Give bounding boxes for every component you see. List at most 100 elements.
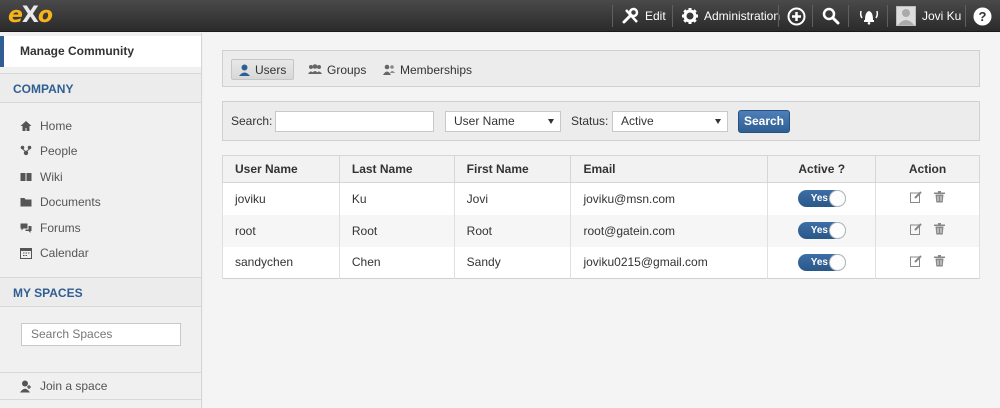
exo-logo[interactable]: eXo [8, 3, 53, 28]
search-field-select[interactable]: User Name [445, 111, 561, 132]
sidebar-item-label: Documents [40, 195, 101, 209]
toggle-knob [828, 222, 846, 239]
cell-username: sandychen [222, 246, 340, 279]
column-header-username[interactable]: User Name [222, 155, 340, 183]
search-input[interactable] [275, 111, 434, 132]
toggle-knob [828, 190, 846, 208]
cell-first-name: Jovi [453, 182, 572, 215]
sidebar-item-calendar[interactable]: Calendar [20, 243, 89, 263]
logo-letter-x: X [21, 3, 39, 28]
status-select[interactable]: Active [612, 111, 728, 132]
status-label: Status: [571, 114, 609, 128]
sidebar-item-label: Forums [40, 221, 81, 235]
active-toggle[interactable]: Yes [797, 222, 846, 239]
column-header-active: Active ? [767, 155, 877, 183]
active-toggle[interactable]: Yes [797, 190, 846, 208]
membership-icon [383, 64, 395, 75]
search-field-value: User Name [454, 114, 515, 128]
toolbar-divider [887, 5, 888, 27]
trash-icon[interactable] [934, 191, 946, 206]
cell-email: root@gatein.com [570, 214, 769, 247]
sidebar-item-label: Calendar [40, 246, 89, 260]
toggle-knob [828, 253, 846, 271]
search-button[interactable] [822, 0, 840, 32]
logo-letter-o: o [37, 3, 53, 28]
active-toggle[interactable]: Yes [797, 253, 846, 271]
trash-icon[interactable] [934, 223, 946, 238]
toolbar-divider [965, 5, 966, 27]
edit-icon[interactable] [910, 255, 922, 270]
manage-community-link[interactable]: Manage Community [0, 36, 201, 67]
toolbar-divider [612, 5, 613, 27]
my-spaces-section-title: MY SPACES [0, 277, 201, 307]
table-row: root Root Root root@gatein.com Yes [222, 214, 980, 247]
sidebar-item-forums[interactable]: Forums [20, 218, 81, 238]
trash-icon[interactable] [934, 254, 946, 270]
status-value: Active [621, 114, 654, 128]
cell-last-name: Chen [338, 246, 455, 279]
column-header-email[interactable]: Email [570, 155, 769, 183]
search-submit-button[interactable]: Search [738, 110, 790, 133]
table-row: sandychen Chen Sandy joviku0215@gmail.co… [222, 246, 980, 279]
search-icon [822, 7, 840, 25]
sidebar-item-wiki[interactable]: Wiki [20, 167, 63, 187]
cell-action [875, 214, 980, 247]
administration-button[interactable]: Administration [681, 0, 780, 32]
tab-groups[interactable]: Groups [301, 59, 373, 80]
tab-users[interactable]: Users [231, 59, 295, 80]
sidebar-item-label: Wiki [40, 170, 63, 184]
cell-username: joviku [222, 182, 340, 215]
user-menu[interactable]: Jovi Ku [896, 0, 961, 32]
tab-label: Groups [327, 62, 367, 77]
toggle-label: Yes [810, 256, 828, 268]
cell-action [875, 246, 980, 279]
edit-icon[interactable] [910, 223, 922, 238]
column-header-action: Action [875, 155, 980, 183]
toolbar-divider [778, 5, 779, 27]
toolbar-divider [848, 5, 849, 27]
add-button[interactable] [787, 0, 806, 32]
folder-icon [20, 196, 32, 208]
logo-letter-e: e [8, 3, 23, 28]
tab-memberships[interactable]: Memberships [376, 59, 479, 80]
svg-text:?: ? [979, 9, 987, 24]
join-space-link[interactable]: Join a space [0, 372, 201, 400]
sidebar-item-people[interactable]: People [20, 141, 77, 161]
cell-active: Yes [767, 246, 877, 279]
toolbar-divider [672, 5, 673, 27]
column-header-first-name[interactable]: First Name [453, 155, 572, 183]
toolbar-divider [812, 5, 813, 27]
tab-label: Users [255, 62, 287, 77]
search-spaces-input[interactable]: Search Spaces [21, 323, 181, 346]
edit-icon[interactable] [910, 191, 922, 206]
tab-label: Memberships [400, 62, 473, 77]
join-space-label: Join a space [40, 379, 108, 393]
sidebar-item-documents[interactable]: Documents [20, 192, 101, 212]
notifications-button[interactable] [859, 0, 879, 32]
cell-action [875, 182, 980, 215]
filter-bar: Search: User Name Status: Active Search [222, 101, 980, 141]
cell-first-name: Sandy [453, 246, 572, 279]
table-header-row: User Name Last Name First Name Email Act… [222, 155, 980, 183]
help-button[interactable]: ? [973, 0, 992, 32]
calendar-icon [20, 247, 32, 259]
edit-button[interactable]: Edit [622, 0, 666, 32]
cell-email: joviku0215@gmail.com [570, 246, 769, 279]
forums-icon [20, 222, 32, 234]
home-icon [20, 120, 32, 132]
bell-icon [859, 7, 879, 25]
toggle-label: Yes [810, 225, 828, 236]
sidebar-item-label: Home [40, 119, 73, 133]
cell-last-name: Ku [338, 182, 455, 215]
people-icon [20, 145, 32, 157]
chevron-down-icon [715, 119, 721, 124]
cell-username: root [222, 214, 340, 247]
cell-last-name: Root [338, 214, 455, 247]
group-icon [308, 64, 322, 75]
edit-label: Edit [645, 9, 666, 23]
column-header-last-name[interactable]: Last Name [338, 155, 455, 183]
tab-bar: Users Groups Memberships [222, 50, 980, 87]
main-content: Users Groups Memberships Search: User Na… [203, 33, 1000, 408]
sidebar-item-home[interactable]: Home [20, 116, 72, 136]
company-section-title: COMPANY [0, 73, 201, 103]
